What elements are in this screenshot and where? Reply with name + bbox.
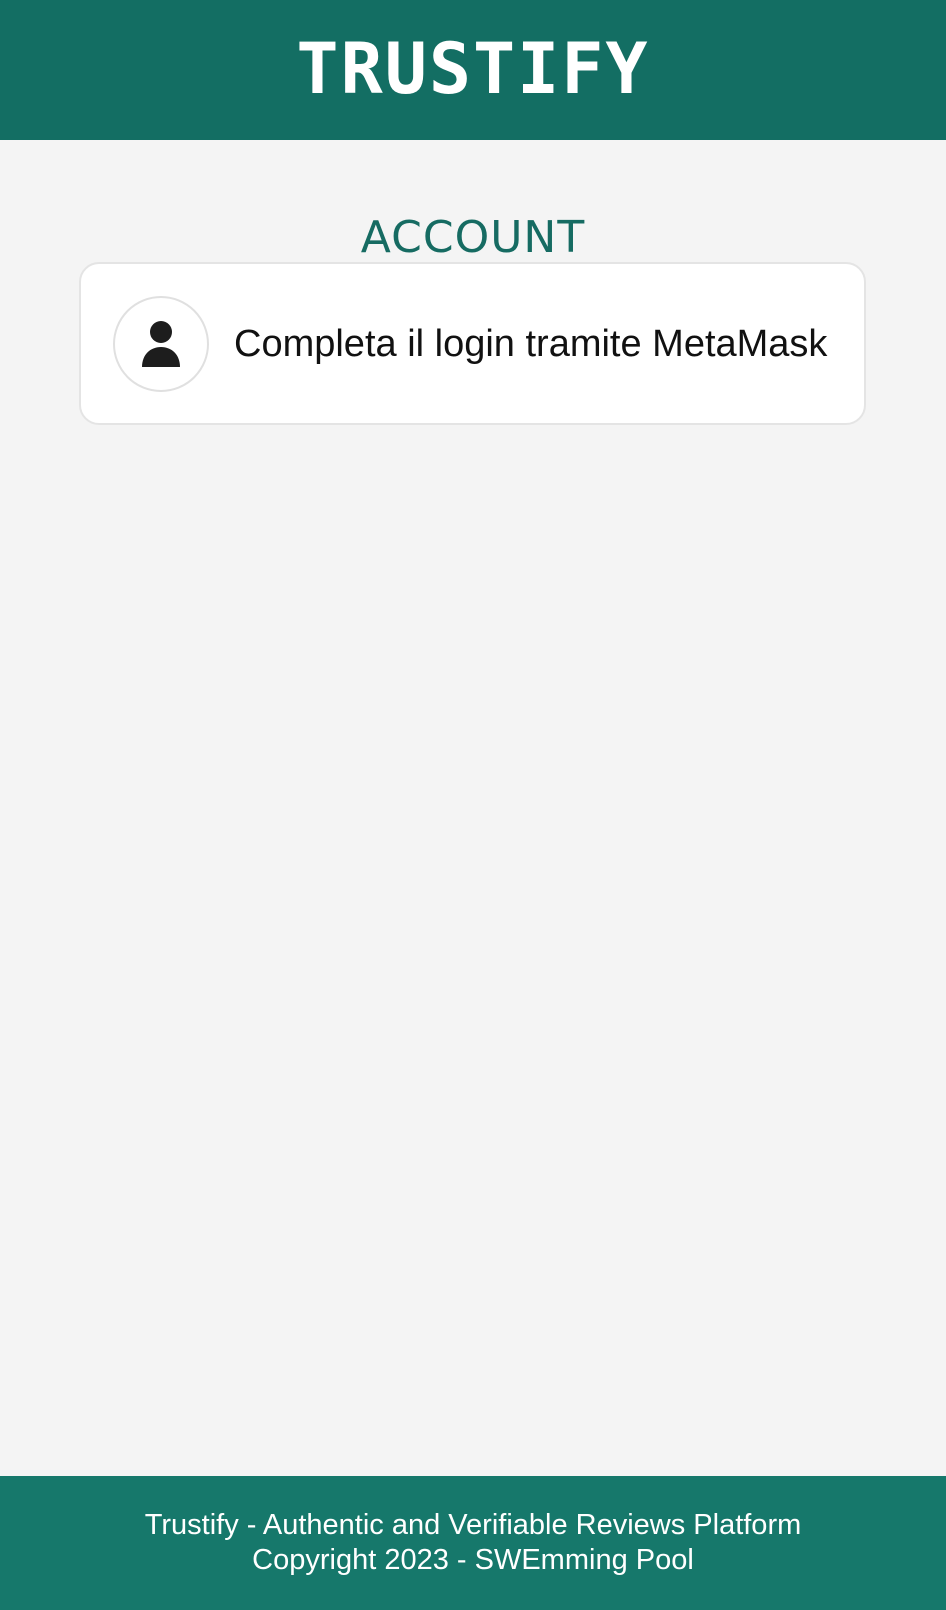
app-header: TRUSTIFY [0, 0, 946, 140]
footer-platform-text: Trustify - Authentic and Verifiable Revi… [144, 1509, 802, 1541]
metamask-login-message: Completa il login tramite MetaMask [234, 322, 828, 365]
footer-copyright-text: Copyright 2023 - SWEmming Pool [252, 1544, 694, 1576]
avatar [113, 295, 209, 392]
app-root: TRUSTIFY ACCOUNT Completa il login trami… [0, 0, 946, 1610]
account-page-title: ACCOUNT [360, 211, 586, 263]
user-icon [139, 320, 183, 368]
brand-title: TRUSTIFY [296, 28, 650, 110]
metamask-login-card[interactable]: Completa il login tramite MetaMask [79, 262, 866, 425]
app-footer: Trustify - Authentic and Verifiable Revi… [0, 1476, 946, 1610]
